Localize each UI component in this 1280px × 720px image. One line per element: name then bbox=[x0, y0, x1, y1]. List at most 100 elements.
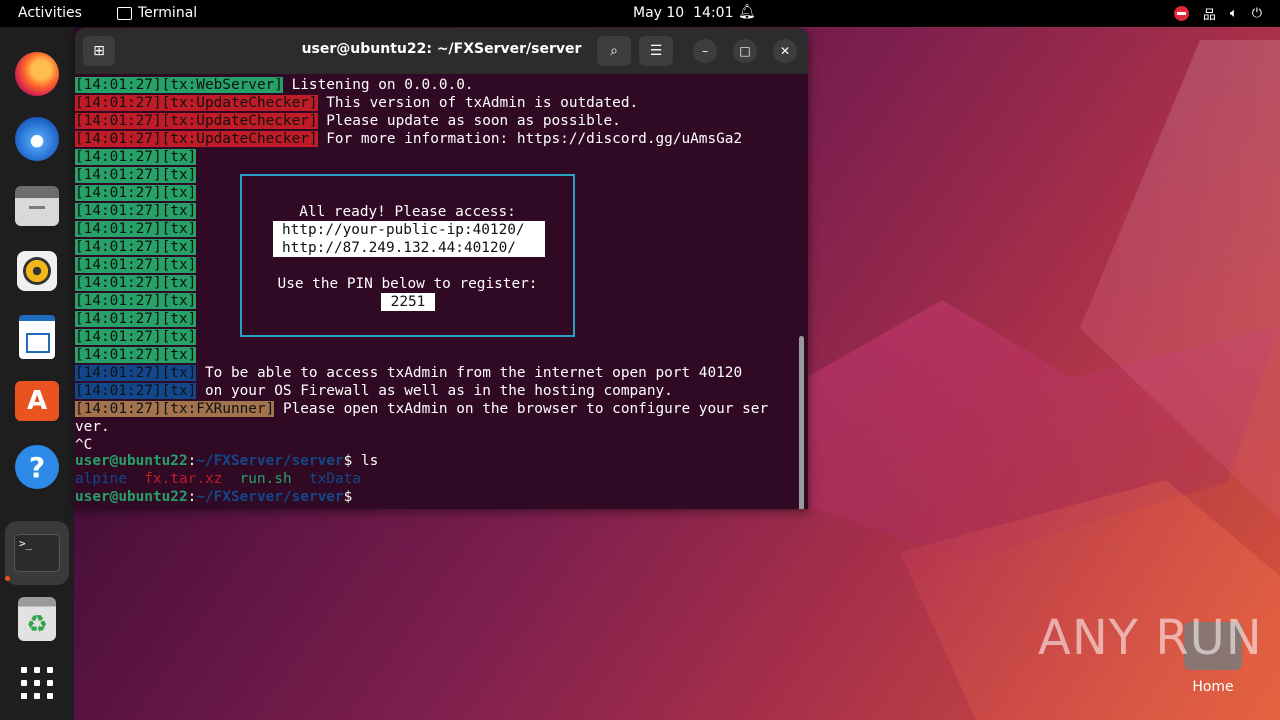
pin-code: 2251 bbox=[381, 293, 435, 311]
log-tag: [14:01:27][tx] bbox=[75, 185, 197, 201]
ls-entry: fx.tar.xz bbox=[144, 471, 223, 487]
trash-icon: ♻ bbox=[18, 597, 56, 641]
log-line: [14:01:27][tx] To be able to access txAd… bbox=[75, 364, 742, 382]
log-text: ^C bbox=[75, 437, 93, 453]
log-line: [14:01:27][tx] bbox=[75, 166, 197, 184]
log-tag: [14:01:27][tx:UpdateChecker] bbox=[75, 113, 318, 129]
app-center-icon: A bbox=[15, 381, 59, 421]
search-button[interactable]: ⌕ bbox=[597, 36, 631, 66]
log-tag: [14:01:27][tx:UpdateChecker] bbox=[75, 95, 318, 111]
prompt-line: user@ubuntu22:~/FXServer/server$ bbox=[75, 488, 361, 506]
log-line: [14:01:27][tx:UpdateChecker] Please upda… bbox=[75, 112, 621, 130]
prompt-path: ~/FXServer/server bbox=[196, 453, 344, 469]
prompt-separator: : bbox=[187, 489, 197, 505]
do-not-disturb-icon[interactable] bbox=[1173, 6, 1189, 21]
system-tray[interactable]: 品 🔈︎ ⏻ bbox=[1173, 4, 1262, 23]
dock-trash[interactable]: ♻ bbox=[13, 595, 61, 643]
close-button[interactable]: ✕ bbox=[773, 39, 797, 63]
scrollbar[interactable] bbox=[799, 336, 804, 509]
log-line: [14:01:27][tx] bbox=[75, 220, 197, 238]
log-tag: [14:01:27][tx] bbox=[75, 365, 197, 381]
log-tag: [14:01:27][tx:FXRunner] bbox=[75, 401, 275, 417]
prompt-user: user@ubuntu22 bbox=[75, 489, 188, 505]
running-indicator bbox=[5, 576, 10, 581]
log-tag: [14:01:27][tx] bbox=[75, 149, 197, 165]
dock-rhythmbox[interactable] bbox=[13, 247, 61, 295]
log-line: [14:01:27][tx:UpdateChecker] This versio… bbox=[75, 94, 638, 112]
log-text: Please open txAdmin on the browser to co… bbox=[274, 401, 769, 417]
notification-bell-icon[interactable]: 🔔︎ bbox=[738, 4, 756, 20]
terminal-output[interactable]: [14:01:27][tx:WebServer] Listening on 0.… bbox=[75, 74, 808, 509]
log-line: [14:01:27][tx:UpdateChecker] For more in… bbox=[75, 130, 742, 148]
ls-entry: txData bbox=[308, 471, 361, 487]
ls-entry: run.sh bbox=[239, 471, 292, 487]
log-tag: [14:01:27][tx] bbox=[75, 311, 197, 327]
log-line: [14:01:27][tx] bbox=[75, 292, 197, 310]
minimize-button[interactable]: – bbox=[693, 39, 717, 63]
clock[interactable]: May 10 14:01 bbox=[633, 5, 733, 21]
log-tag: [14:01:27][tx] bbox=[75, 347, 197, 363]
txadmin-ready-panel: All ready! Please access: http://your-pu… bbox=[240, 174, 575, 337]
log-tag: [14:01:27][tx] bbox=[75, 167, 197, 183]
thunderbird-icon bbox=[15, 117, 59, 161]
log-tag: [14:01:27][tx] bbox=[75, 329, 197, 345]
dock-app-center[interactable]: A bbox=[13, 377, 61, 425]
log-line: [14:01:27][tx] bbox=[75, 328, 197, 346]
clock-time: 14:01 bbox=[693, 5, 734, 21]
command-text: ls bbox=[360, 453, 379, 469]
home-folder-label[interactable]: Home bbox=[1170, 679, 1256, 695]
log-line: [14:01:27][tx] bbox=[75, 346, 197, 364]
log-line: [14:01:27][tx:FXRunner] Please open txAd… bbox=[75, 400, 768, 418]
files-icon bbox=[15, 186, 59, 226]
dock-firefox[interactable] bbox=[13, 50, 61, 98]
ls-output: alpine fx.tar.xz run.sh txData bbox=[75, 470, 361, 488]
maximize-button[interactable]: □ bbox=[733, 39, 757, 63]
volume-icon[interactable]: 🔈︎ bbox=[1230, 6, 1238, 21]
prompt-separator: : bbox=[187, 453, 197, 469]
dock-files[interactable] bbox=[13, 182, 61, 230]
log-line: [14:01:27][tx] bbox=[75, 238, 197, 256]
power-icon[interactable]: ⏻ bbox=[1252, 6, 1262, 21]
rhythmbox-icon bbox=[17, 251, 57, 291]
firefox-icon bbox=[15, 52, 59, 96]
dock-terminal[interactable]: >_ bbox=[5, 521, 69, 585]
app-grid-icon bbox=[21, 667, 53, 699]
dock-writer[interactable] bbox=[13, 313, 61, 361]
log-text: Listening on 0.0.0.0. bbox=[282, 77, 474, 93]
log-line: [14:01:27][tx] on your OS Firewall as we… bbox=[75, 382, 673, 400]
prompt-dollar: $ bbox=[343, 489, 361, 505]
log-line: [14:01:27][tx] bbox=[75, 148, 197, 166]
log-line: ver. bbox=[75, 418, 110, 436]
writer-icon bbox=[19, 315, 55, 359]
app-menu-label: Terminal bbox=[138, 5, 198, 21]
activities-button[interactable]: Activities bbox=[18, 5, 82, 21]
log-text: This version of txAdmin is outdated. bbox=[317, 95, 639, 111]
prompt-path: ~/FXServer/server bbox=[196, 489, 344, 505]
ip-url: http://87.249.132.44:40120/ bbox=[273, 239, 545, 257]
show-apps-button[interactable] bbox=[13, 659, 61, 707]
dock-help[interactable]: ? bbox=[13, 443, 61, 491]
log-line: [14:01:27][tx] bbox=[75, 310, 197, 328]
window-titlebar[interactable]: ⊞ user@ubuntu22: ~/FXServer/server ⌕ ☰ –… bbox=[75, 28, 808, 74]
terminal-icon: >_ bbox=[14, 534, 60, 572]
watermark-logo: ANY RUN bbox=[1038, 610, 1263, 666]
network-icon[interactable]: 品 bbox=[1203, 4, 1216, 23]
hamburger-icon: ☰ bbox=[649, 43, 663, 59]
log-text: For more information: https://discord.gg… bbox=[317, 131, 743, 147]
log-text: To be able to access txAdmin from the in… bbox=[196, 365, 743, 381]
menu-button[interactable]: ☰ bbox=[639, 36, 673, 66]
log-tag: [14:01:27][tx] bbox=[75, 203, 197, 219]
terminal-window[interactable]: ⊞ user@ubuntu22: ~/FXServer/server ⌕ ☰ –… bbox=[75, 28, 808, 509]
log-tag: [14:01:27][tx] bbox=[75, 239, 197, 255]
log-line: [14:01:27][tx] bbox=[75, 202, 197, 220]
log-line: [14:01:27][tx:WebServer] Listening on 0.… bbox=[75, 76, 474, 94]
ready-message: All ready! Please access: bbox=[299, 204, 516, 220]
public-ip-url: http://your-public-ip:40120/ bbox=[273, 221, 545, 239]
prompt-line: user@ubuntu22:~/FXServer/server$ ls bbox=[75, 452, 378, 470]
terminal-icon bbox=[117, 6, 132, 20]
help-icon: ? bbox=[15, 445, 59, 489]
log-tag: [14:01:27][tx] bbox=[75, 293, 197, 309]
dock-thunderbird[interactable] bbox=[13, 115, 61, 163]
app-menu[interactable]: Terminal bbox=[117, 5, 197, 21]
prompt-user: user@ubuntu22 bbox=[75, 453, 188, 469]
